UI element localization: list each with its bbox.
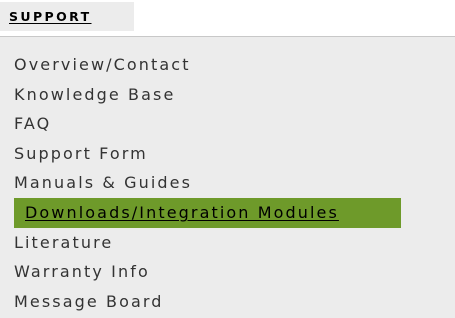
menu-item-support-form[interactable]: Support Form <box>0 139 455 169</box>
menu-item-label: Downloads/Integration Modules <box>25 202 339 222</box>
menu-item-label: Warranty Info <box>14 262 150 282</box>
menu-item-faq[interactable]: FAQ <box>0 109 455 139</box>
section-header: SUPPORT <box>0 2 134 31</box>
menu-item-literature[interactable]: Literature <box>0 228 455 258</box>
menu-item-label: Message Board <box>14 291 164 311</box>
menu-item-warranty-info[interactable]: Warranty Info <box>0 257 455 287</box>
section-title[interactable]: SUPPORT <box>9 9 92 25</box>
menu-item-label: FAQ <box>14 114 52 134</box>
support-nav: SUPPORT Overview/Contact Knowledge Base … <box>0 0 455 318</box>
menu-item-label: Manuals & Guides <box>14 173 193 193</box>
menu-item-label: Knowledge Base <box>14 84 176 104</box>
menu-item-label: Literature <box>14 232 114 252</box>
menu-item-label: Support Form <box>14 143 148 163</box>
menu-item-manuals-guides[interactable]: Manuals & Guides <box>0 168 455 198</box>
menu-item-label: Overview/Contact <box>14 55 191 74</box>
menu-item-overview-contact[interactable]: Overview/Contact <box>0 50 455 80</box>
support-menu-panel: Overview/Contact Knowledge Base FAQ Supp… <box>0 36 455 318</box>
menu-item-message-board[interactable]: Message Board <box>0 287 455 317</box>
menu-item-knowledge-base[interactable]: Knowledge Base <box>0 80 455 110</box>
menu-item-downloads-integration-modules[interactable]: Downloads/Integration Modules <box>14 197 401 228</box>
support-menu: Overview/Contact Knowledge Base FAQ Supp… <box>0 50 455 316</box>
